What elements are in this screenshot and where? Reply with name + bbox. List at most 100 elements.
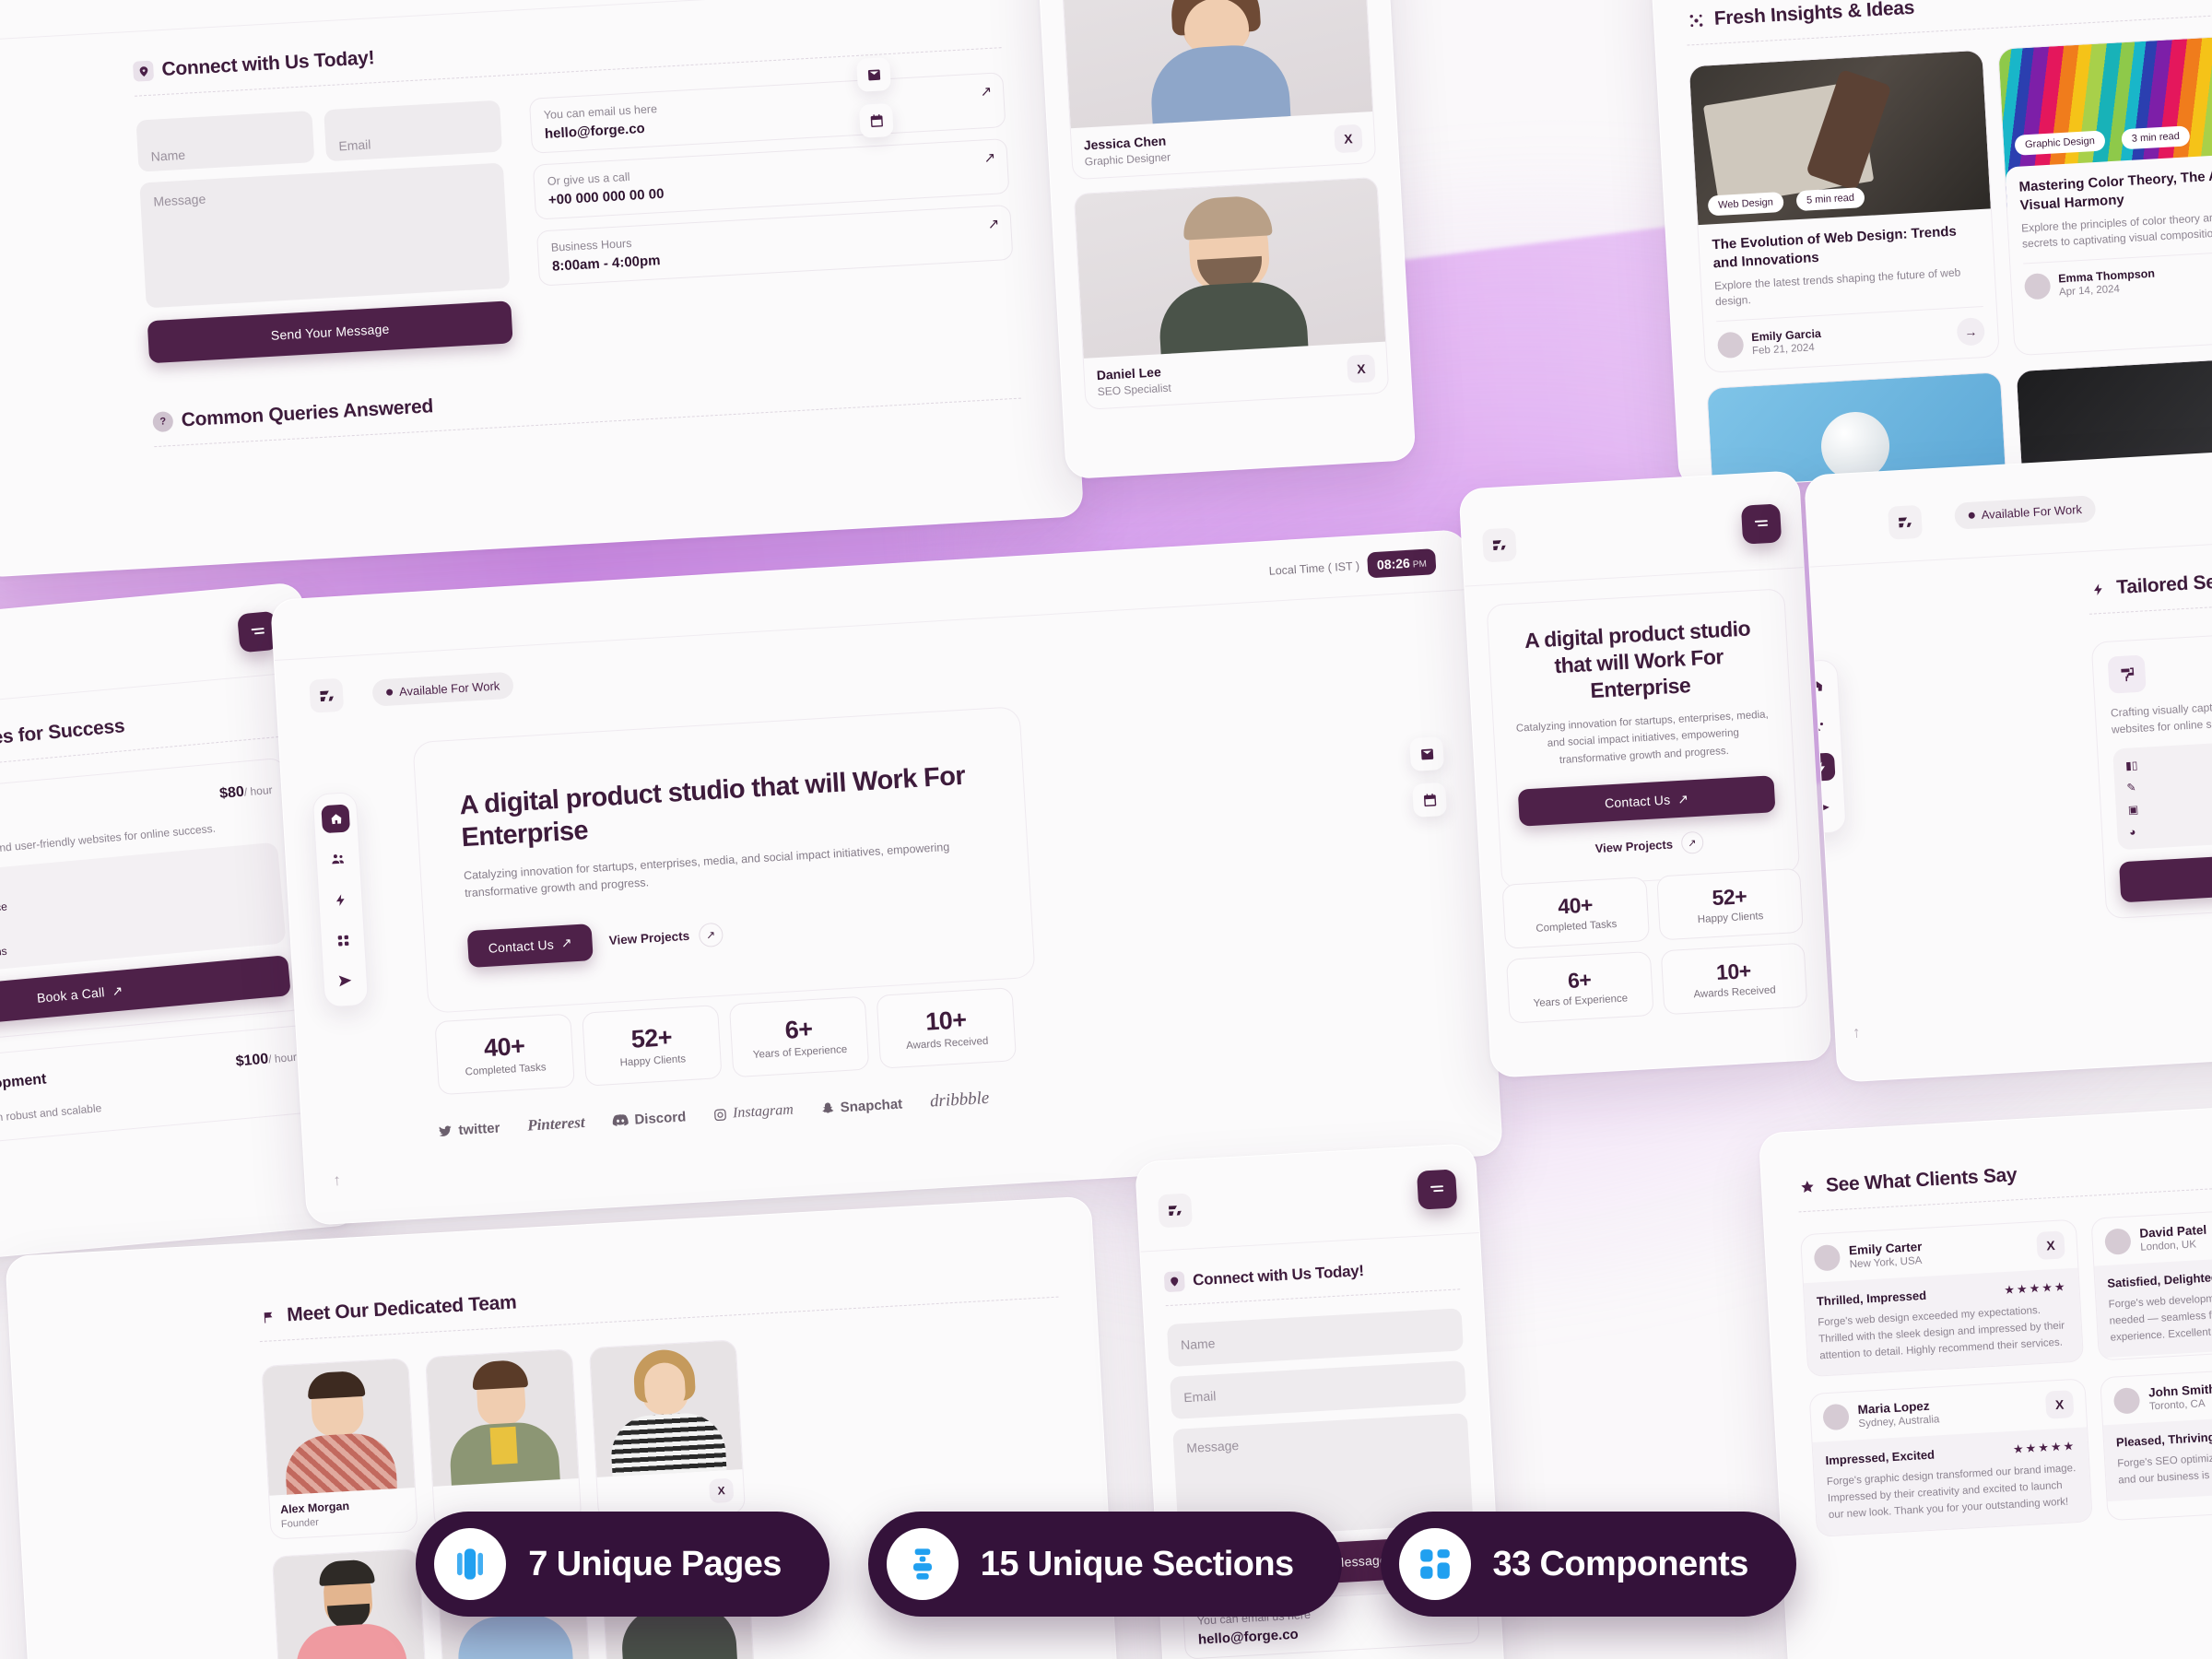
testimonial-card[interactable]: David Patel London, UK Satisfied, Deligh… [2090, 1202, 2212, 1361]
team-member-card[interactable]: X [588, 1339, 747, 1522]
users-icon[interactable] [324, 844, 353, 874]
services-heading: Tailored Services for Success [0, 701, 282, 764]
testimonial-text: Forge's web development delivered exactl… [2108, 1286, 2212, 1344]
feature-badge-sections: 15 Unique Sections [867, 1512, 1342, 1617]
testimonial-name: David Patel [2139, 1222, 2207, 1241]
calendar-icon[interactable] [1412, 782, 1448, 818]
book-call-button[interactable]: Book a Call ↗ [0, 955, 291, 1034]
member-photo [1061, 0, 1373, 129]
contact-us-button[interactable]: Contact Us ↗ [466, 923, 594, 968]
social-dribbble[interactable]: dribbble [929, 1088, 990, 1112]
stats-grid: 40+ Completed Tasks 52+ Happy Clients 6+… [1501, 867, 1808, 1024]
social-label: Discord [633, 1108, 687, 1128]
available-badge-hero: Available For Work [371, 671, 515, 707]
star-flag-icon [258, 1306, 279, 1327]
book-call-button[interactable] [2119, 844, 2212, 903]
stat-label: Awards Received [1693, 984, 1777, 1001]
contact-heading-text: Connect with Us Today! [160, 47, 375, 81]
arrow-up-right-icon: ↗ [987, 216, 1000, 233]
contact-panel: Available For Work Connect with Us Today… [0, 0, 1085, 578]
team-member-card[interactable] [425, 1348, 582, 1531]
close-icon[interactable]: X [708, 1477, 735, 1504]
send-icon[interactable] [331, 966, 360, 995]
social-snapchat[interactable]: Snapchat [820, 1095, 903, 1116]
message-input[interactable]: Message [139, 162, 511, 309]
avatar [2104, 1227, 2132, 1255]
testimonial-text: Forge's web design exceeded my expectati… [1817, 1304, 2065, 1361]
mail-icon[interactable] [1409, 735, 1445, 772]
service-card[interactable]: </> Web Development $100/ hour Bringing … [0, 1024, 318, 1154]
team-member-card[interactable]: Jessica Chen Graphic Designer X [1060, 0, 1377, 181]
arrow-up-right-icon: ↗ [1680, 830, 1704, 855]
view-projects-link[interactable]: View Projects ↗ [1521, 827, 1778, 863]
menu-button[interactable] [1740, 503, 1783, 545]
divider [1809, 535, 2212, 568]
service-desc: Crafting visually captivating and user-f… [2110, 694, 2212, 736]
view-projects-link[interactable]: View Projects ↗ [608, 922, 724, 952]
close-icon[interactable]: X [2044, 1390, 2075, 1420]
calendar-icon[interactable] [858, 102, 894, 138]
blog-author: Emily Garcia [1750, 326, 1822, 344]
menu-button[interactable] [1417, 1169, 1458, 1210]
feature-item: ▮▯ [2125, 743, 2212, 772]
close-icon[interactable]: X [1334, 124, 1363, 153]
faq-heading-text: Common Queries Answered [181, 395, 434, 431]
components-icon [1398, 1528, 1471, 1600]
team-heading-text: Meet Our Dedicated Team [286, 1291, 518, 1326]
service-card[interactable]: Web Design $80/ hour Crafting visually c… [0, 757, 309, 1051]
social-instagram[interactable]: Instagram [713, 1101, 794, 1123]
hero-card: A digital product studio that will Work … [412, 706, 1036, 1014]
layout-icon: ▮▯ [2124, 759, 2138, 772]
social-discord[interactable]: Discord [612, 1109, 687, 1129]
name-input[interactable]: Name [1166, 1308, 1464, 1368]
team-member-card[interactable]: Daniel Lee SEO Specialist X [1073, 176, 1390, 410]
email-input[interactable]: Email [324, 100, 503, 162]
grid-icon[interactable] [328, 925, 358, 955]
arrow-up-right-icon: ↗ [983, 149, 996, 167]
testimonial-title: Impressed, Excited [1825, 1447, 1936, 1468]
logo-button[interactable] [1158, 1193, 1193, 1229]
contact-us-button[interactable]: Contact Us ↗ [1517, 775, 1776, 827]
local-time-label: Local Time ( IST ) [1268, 559, 1360, 578]
close-icon[interactable]: X [1346, 353, 1376, 383]
heart-pin-icon [132, 60, 155, 82]
feature-badge-label: 33 Components [1492, 1544, 1749, 1583]
social-label: Snapchat [840, 1095, 903, 1115]
testimonial-card[interactable]: Emily Carter New York, USA X Thrilled, I… [1799, 1218, 2085, 1378]
mail-icon[interactable] [856, 56, 891, 92]
feature-badge-components: 33 Components [1380, 1512, 1796, 1617]
logo-button[interactable] [1481, 527, 1517, 563]
social-twitter[interactable]: twitter [437, 1120, 500, 1139]
scroll-up-icon[interactable]: ↑ [333, 1171, 342, 1190]
email-input[interactable]: Email [1170, 1360, 1467, 1419]
social-row: twitter Pinterest Discord Instagram Snap… [437, 1088, 990, 1142]
sparkle-nodes-icon [1685, 9, 1706, 30]
feature-badges: 7 Unique Pages 15 Unique Sections 33 Com… [0, 1512, 2212, 1617]
name-input[interactable]: Name [135, 111, 315, 172]
logo-button[interactable] [309, 677, 345, 713]
cursor-icon: ✎ [2126, 781, 2136, 794]
contact-box-hours[interactable]: Business Hours 8:00am - 4:00pm ↗ [535, 204, 1014, 287]
available-badge-right: Available For Work [1953, 495, 2097, 530]
arrow-right-icon[interactable]: → [1956, 316, 1986, 347]
social-pinterest[interactable]: Pinterest [527, 1113, 585, 1135]
logo-button[interactable] [1888, 504, 1924, 540]
paint-roller-icon [2107, 654, 2147, 694]
send-message-button[interactable]: Send Your Message [147, 300, 513, 364]
contact-us-label: Contact Us [1604, 792, 1671, 811]
services-right-heading: Tailored Services for Success [2088, 560, 2212, 601]
avatar [2023, 272, 2052, 300]
blog-card[interactable]: Graphic Design 3 min read Mastering Colo… [1997, 31, 2212, 357]
service-card[interactable]: Crafting visually captivating and user-f… [2090, 622, 2212, 920]
testimonial-card[interactable]: John Smith Toronto, CA Pleased, Thriving… [2100, 1362, 2212, 1522]
stat-card: 40+ Completed Tasks [1501, 877, 1650, 949]
blog-card[interactable]: Web Design 5 min read The Evolution of W… [1688, 49, 2000, 373]
close-icon[interactable]: X [2036, 1230, 2065, 1261]
bolt-icon[interactable] [326, 885, 356, 914]
home-icon[interactable] [321, 804, 351, 834]
hero-desktop-panel: Local Time ( IST ) 08:26 PM Available For… [269, 529, 1504, 1226]
avatar [1716, 331, 1745, 359]
scroll-up-icon[interactable]: ↑ [1852, 1023, 1861, 1041]
social-label: Instagram [732, 1101, 794, 1122]
blog-category-chip: Web Design [1707, 191, 1784, 217]
